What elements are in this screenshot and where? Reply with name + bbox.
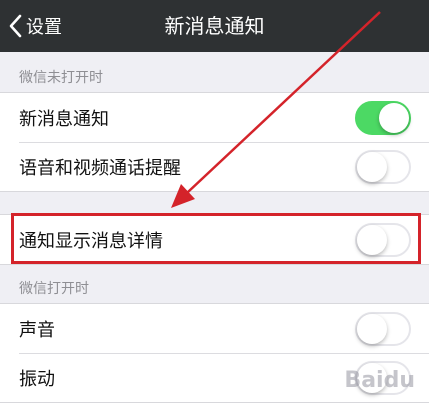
toggle-knob (357, 151, 387, 182)
settings-group-wechat-open: 声音 振动 (0, 303, 429, 403)
show-message-details-toggle[interactable] (355, 222, 411, 257)
row-new-message-notification: 新消息通知 (0, 93, 429, 142)
toggle-knob (357, 224, 387, 255)
settings-group-message-details: 通知显示消息详情 (0, 214, 429, 265)
row-sound: 声音 (0, 304, 429, 353)
toggle-knob (357, 362, 387, 393)
section-header-wechat-closed: 微信未打开时 (19, 70, 103, 86)
page-title: 新消息通知 (164, 14, 265, 38)
section-header-wechat-open: 微信打开时 (19, 281, 89, 297)
voice-video-call-reminder-toggle[interactable] (355, 149, 411, 184)
sound-toggle[interactable] (355, 311, 411, 346)
vibration-toggle[interactable] (355, 360, 411, 395)
row-label: 声音 (19, 319, 55, 341)
row-label: 通知显示消息详情 (19, 230, 163, 252)
row-label: 振动 (19, 368, 55, 390)
row-label: 新消息通知 (19, 108, 109, 130)
navigation-bar: 设置 新消息通知 (0, 0, 429, 52)
toggle-knob (379, 102, 409, 133)
row-show-message-details: 通知显示消息详情 (0, 215, 429, 264)
new-message-notification-toggle[interactable] (355, 100, 411, 135)
toggle-knob (357, 313, 387, 344)
row-vibration: 振动 (0, 353, 429, 402)
settings-group-wechat-closed: 新消息通知 语音和视频通话提醒 (0, 92, 429, 192)
row-label: 语音和视频通话提醒 (19, 157, 181, 179)
row-voice-video-call-reminder: 语音和视频通话提醒 (0, 142, 429, 191)
